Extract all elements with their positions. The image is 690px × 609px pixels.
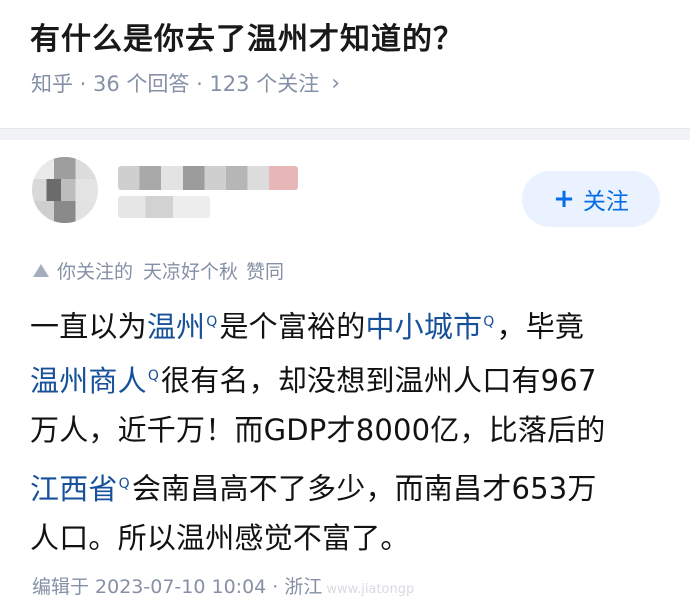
text-segment: ，毕竟 — [496, 309, 585, 344]
search-icon: Q — [206, 314, 218, 330]
keyword-link-jiangxi[interactable]: 江西省Q — [30, 472, 132, 506]
keyword-text: 温州 — [146, 309, 206, 344]
keyword-text: 江西省 — [30, 471, 118, 506]
text-segment: 万人，近千万！而GDP才8000亿，比落后的 — [30, 413, 606, 447]
answer-content: 一直以为温州Q是个富裕的中小城市Q，毕竟 温州商人Q很有名，却没想到温州人口有9… — [30, 295, 670, 565]
edit-info: 编辑于 2023-07-10 10:04 · 浙江 — [32, 576, 323, 598]
content-line-1: 一直以为温州Q是个富裕的中小城市Q，毕竟 — [30, 295, 670, 349]
upvote-user-link[interactable]: 天凉好个秋 — [143, 257, 238, 284]
question-meta[interactable]: 知乎 · 36 个回答 · 123 个关注 › — [31, 68, 340, 98]
text-segment: 人口。所以温州感觉不富了。 — [30, 521, 410, 555]
search-icon: Q — [483, 314, 495, 330]
plus-icon: + — [553, 184, 575, 214]
keyword-text: 温州商人 — [30, 363, 147, 398]
chevron-right-icon: › — [331, 70, 341, 96]
search-icon: Q — [147, 368, 160, 384]
answer-card: + 关注 你关注的 天凉好个秋 赞同 一直以为温州Q是个富裕的中小城市Q，毕竟 … — [0, 140, 690, 609]
follow-label: 关注 — [582, 189, 629, 215]
upvote-notice: 你关注的 天凉好个秋 赞同 — [33, 257, 284, 284]
avatar-pixel-bottom — [32, 201, 98, 223]
content-line-2: 温州商人Q很有名，却没想到温州人口有967 — [30, 349, 670, 403]
text-segment: 一直以为 — [30, 309, 147, 344]
avatar[interactable] — [32, 157, 98, 223]
watermark: www.jiatongp — [326, 582, 415, 597]
content-line-5: 人口。所以温州感觉不富了。 — [30, 511, 670, 565]
section-divider — [0, 128, 690, 140]
search-icon: Q — [118, 476, 130, 492]
keyword-link-small-city[interactable]: 中小城市Q — [365, 310, 496, 344]
upvote-suffix: 赞同 — [246, 261, 285, 283]
text-segment: 会南昌高不了多少，而南昌才653万 — [131, 471, 597, 506]
content-line-3: 万人，近千万！而GDP才8000亿，比落后的 — [30, 403, 670, 457]
author-headline-blurred — [118, 196, 210, 218]
content-line-4: 江西省Q会南昌高不了多少，而南昌才653万 — [30, 457, 670, 511]
text-segment: 是个富裕的 — [219, 309, 366, 344]
keyword-text: 中小城市 — [365, 309, 483, 344]
follow-button[interactable]: + 关注 — [522, 171, 660, 227]
question-stats: 知乎 · 36 个回答 · 123 个关注 — [31, 72, 320, 96]
question-title[interactable]: 有什么是你去了温州才知道的？ — [30, 14, 464, 58]
avatar-pixel-top — [32, 157, 98, 179]
upvote-prefix: 你关注的 — [57, 261, 134, 283]
keyword-link-wenzhou-merchants[interactable]: 温州商人Q — [30, 364, 161, 398]
author-name-blurred[interactable] — [118, 166, 298, 190]
question-header: 有什么是你去了温州才知道的？ 知乎 · 36 个回答 · 123 个关注 › — [0, 0, 690, 128]
upvote-triangle-icon — [33, 264, 49, 277]
text-segment: 很有名，却没想到温州人口有967 — [161, 363, 597, 398]
edit-timestamp: 编辑于 2023-07-10 10:04 · 浙江 www.jiatongp — [32, 572, 414, 599]
keyword-link-wenzhou[interactable]: 温州Q — [147, 310, 220, 344]
